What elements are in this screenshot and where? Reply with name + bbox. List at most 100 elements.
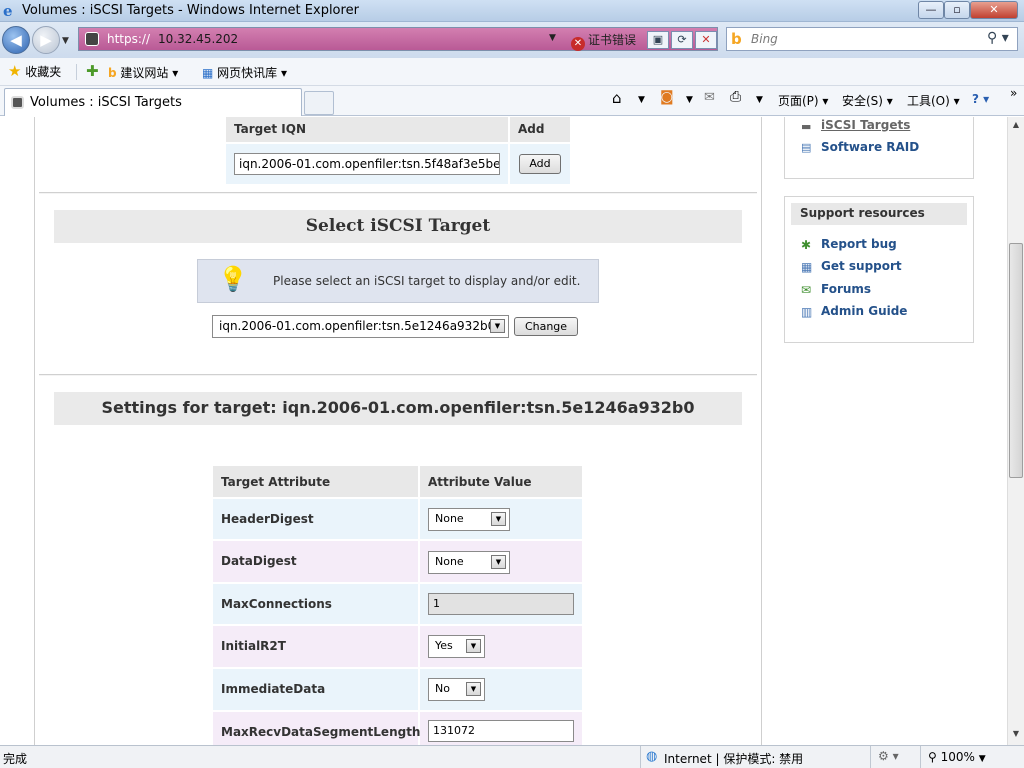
- chevron-down-icon[interactable]: ▼: [491, 555, 506, 569]
- divider: [39, 192, 757, 194]
- target-select[interactable]: iqn.2006-01.com.openfiler:tsn.5e1246a932…: [212, 315, 509, 338]
- favorites-button[interactable]: ★ 收藏夹: [8, 62, 61, 80]
- scroll-thumb[interactable]: [1009, 243, 1023, 478]
- tab-title: Volumes : iSCSI Targets: [30, 95, 182, 110]
- tab-volumes-iscsi-targets[interactable]: Volumes : iSCSI Targets: [4, 88, 302, 116]
- minimize-button[interactable]: —: [918, 1, 944, 19]
- attr-initialr2t-cell: Yes ▼: [420, 626, 582, 667]
- ie-logo-icon: e: [3, 2, 13, 20]
- attr-maxrecvdatasegmentlength-cell: 131072: [420, 712, 582, 745]
- back-button[interactable]: ◀: [2, 26, 30, 54]
- sidebar-link-report-bug[interactable]: Report bug: [821, 237, 897, 251]
- address-url[interactable]: https://10.32.45.202: [107, 32, 238, 46]
- popup-blocker-icon[interactable]: ⚙ ▾: [878, 749, 899, 763]
- recent-pages-dropdown-icon[interactable]: ▼: [62, 36, 69, 46]
- left-gutter: [0, 117, 35, 745]
- support-heading: Support resources: [791, 203, 967, 225]
- stop-icon[interactable]: ✕: [695, 31, 717, 49]
- page-content: Target IQN Add iqn.2006-01.com.openfiler…: [0, 117, 1007, 745]
- read-mail-icon[interactable]: ✉: [704, 90, 715, 105]
- shield-error-icon: ✕: [571, 37, 585, 51]
- globe-icon: ◍: [646, 749, 658, 764]
- zoom-control[interactable]: ⚲ 100% ▼: [928, 750, 986, 764]
- address-bar[interactable]: https://10.32.45.202 ▼ ✕ 证书错误 ▣ ⟳ ✕: [78, 27, 718, 51]
- window-title: Volumes : iSCSI Targets - Windows Intern…: [22, 3, 359, 18]
- sidebar-link-software-raid[interactable]: Software RAID: [821, 140, 919, 154]
- chevron-down-icon[interactable]: ▼: [490, 319, 505, 333]
- attr-datadigest-label: DataDigest: [213, 541, 418, 582]
- suggested-sites-link[interactable]: b 建议网站 ▾: [108, 64, 178, 81]
- tab-page-icon: [11, 96, 24, 109]
- title-bar: e Volumes : iSCSI Targets - Windows Inte…: [0, 0, 1024, 22]
- add-header: Add: [510, 117, 570, 142]
- sidebar-link-iscsi-targets[interactable]: iSCSI Targets: [821, 118, 910, 132]
- help-menu[interactable]: ? ▾: [972, 92, 989, 106]
- tools-menu[interactable]: 工具(O) ▾: [907, 92, 960, 109]
- maxrecvdatasegmentlength-input[interactable]: 131072: [428, 720, 574, 742]
- maximize-button[interactable]: ▫: [944, 1, 970, 19]
- sidebar-link-admin-guide[interactable]: Admin Guide: [821, 304, 907, 318]
- zoom-level: 100%: [940, 750, 975, 764]
- add-favorites-icon[interactable]: ✚: [86, 62, 99, 80]
- divider: [39, 374, 757, 376]
- print-icon[interactable]: ⎙: [730, 89, 741, 105]
- bing-logo-icon: b: [731, 30, 742, 48]
- search-box[interactable]: b Bing ⚲ ▾: [726, 27, 1018, 51]
- support-icon: ▦: [801, 260, 813, 274]
- attr-initialr2t-label: InitialR2T: [213, 626, 418, 667]
- sidebar-link-get-support[interactable]: Get support: [821, 259, 902, 273]
- select-target-heading: Select iSCSI Target: [54, 210, 742, 243]
- bing-icon: b: [108, 66, 117, 80]
- search-icon[interactable]: ⚲ ▾: [987, 30, 1009, 46]
- rss-feeds-icon[interactable]: ◙: [660, 89, 674, 105]
- forums-icon: ✉: [801, 283, 812, 297]
- chevron-down-icon[interactable]: ▼: [466, 639, 481, 653]
- scroll-up-icon[interactable]: ▲: [1009, 118, 1023, 132]
- add-target-button[interactable]: Add: [519, 154, 561, 174]
- certificate-error[interactable]: ✕ 证书错误: [571, 31, 636, 51]
- safety-menu[interactable]: 安全(S) ▾: [842, 92, 893, 109]
- attr-maxrecvdatasegmentlength-label: MaxRecvDataSegmentLength: [213, 712, 420, 745]
- web-slice-icon: ▦: [202, 66, 214, 80]
- web-slice-gallery-link[interactable]: ▦ 网页快讯库 ▾: [202, 64, 287, 81]
- target-select-value: iqn.2006-01.com.openfiler:tsn.5e1246a932…: [219, 319, 496, 333]
- chevron-down-icon[interactable]: ▼: [491, 512, 506, 526]
- search-input[interactable]: Bing: [751, 32, 778, 46]
- datadigest-select[interactable]: None ▼: [428, 551, 510, 574]
- info-text: Please select an iSCSI target to display…: [273, 274, 581, 288]
- home-icon[interactable]: ⌂: [612, 89, 622, 107]
- chevron-down-icon[interactable]: ▼: [466, 682, 481, 696]
- change-button[interactable]: Change: [514, 317, 578, 336]
- address-dropdown-icon[interactable]: ▼: [549, 33, 556, 43]
- target-attribute-header: Target Attribute: [213, 466, 418, 497]
- more-commands-icon[interactable]: »: [1010, 86, 1017, 100]
- target-iqn-header: Target IQN: [226, 117, 508, 142]
- attribute-value-header: Attribute Value: [420, 466, 582, 497]
- bug-icon: ✱: [801, 238, 812, 252]
- print-dropdown-icon[interactable]: ▼: [756, 95, 763, 105]
- target-iqn-input[interactable]: iqn.2006-01.com.openfiler:tsn.5f48af3e5b…: [234, 153, 500, 175]
- address-host: 10.32.45.202: [158, 32, 239, 46]
- navigation-bar: ◀ ▶ ▼ https://10.32.45.202 ▼ ✕ 证书错误 ▣ ⟳ ✕…: [0, 22, 1024, 58]
- feeds-dropdown-icon[interactable]: ▼: [686, 95, 693, 105]
- iqn-cell: iqn.2006-01.com.openfiler:tsn.5f48af3e5b…: [226, 144, 508, 184]
- headerdigest-select[interactable]: None ▼: [428, 508, 510, 531]
- sidebar-link-forums[interactable]: Forums: [821, 282, 871, 296]
- compatibility-view-icon[interactable]: ▣: [647, 31, 669, 49]
- maxconnections-input: 1: [428, 593, 574, 615]
- immediatedata-select[interactable]: No ▼: [428, 678, 485, 701]
- refresh-icon[interactable]: ⟳: [671, 31, 693, 49]
- home-dropdown-icon[interactable]: ▼: [638, 95, 645, 105]
- scroll-down-icon[interactable]: ▼: [1009, 727, 1023, 741]
- new-tab-button[interactable]: [304, 91, 334, 115]
- close-button[interactable]: ✕: [970, 1, 1018, 19]
- forward-button[interactable]: ▶: [32, 26, 60, 54]
- volumes-sidebar-box: ▬ iSCSI Targets ▤ Software RAID: [784, 117, 974, 179]
- support-sidebar-box: Support resources ✱ Report bug ▦ Get sup…: [784, 196, 974, 343]
- attr-headerdigest-label: HeaderDigest: [213, 499, 418, 539]
- vertical-scrollbar[interactable]: ▲ ▼: [1007, 117, 1024, 745]
- page-menu[interactable]: 页面(P) ▾: [778, 92, 828, 109]
- book-icon: ▥: [801, 305, 813, 319]
- initialr2t-select[interactable]: Yes ▼: [428, 635, 485, 658]
- zoom-icon: ⚲: [928, 750, 937, 764]
